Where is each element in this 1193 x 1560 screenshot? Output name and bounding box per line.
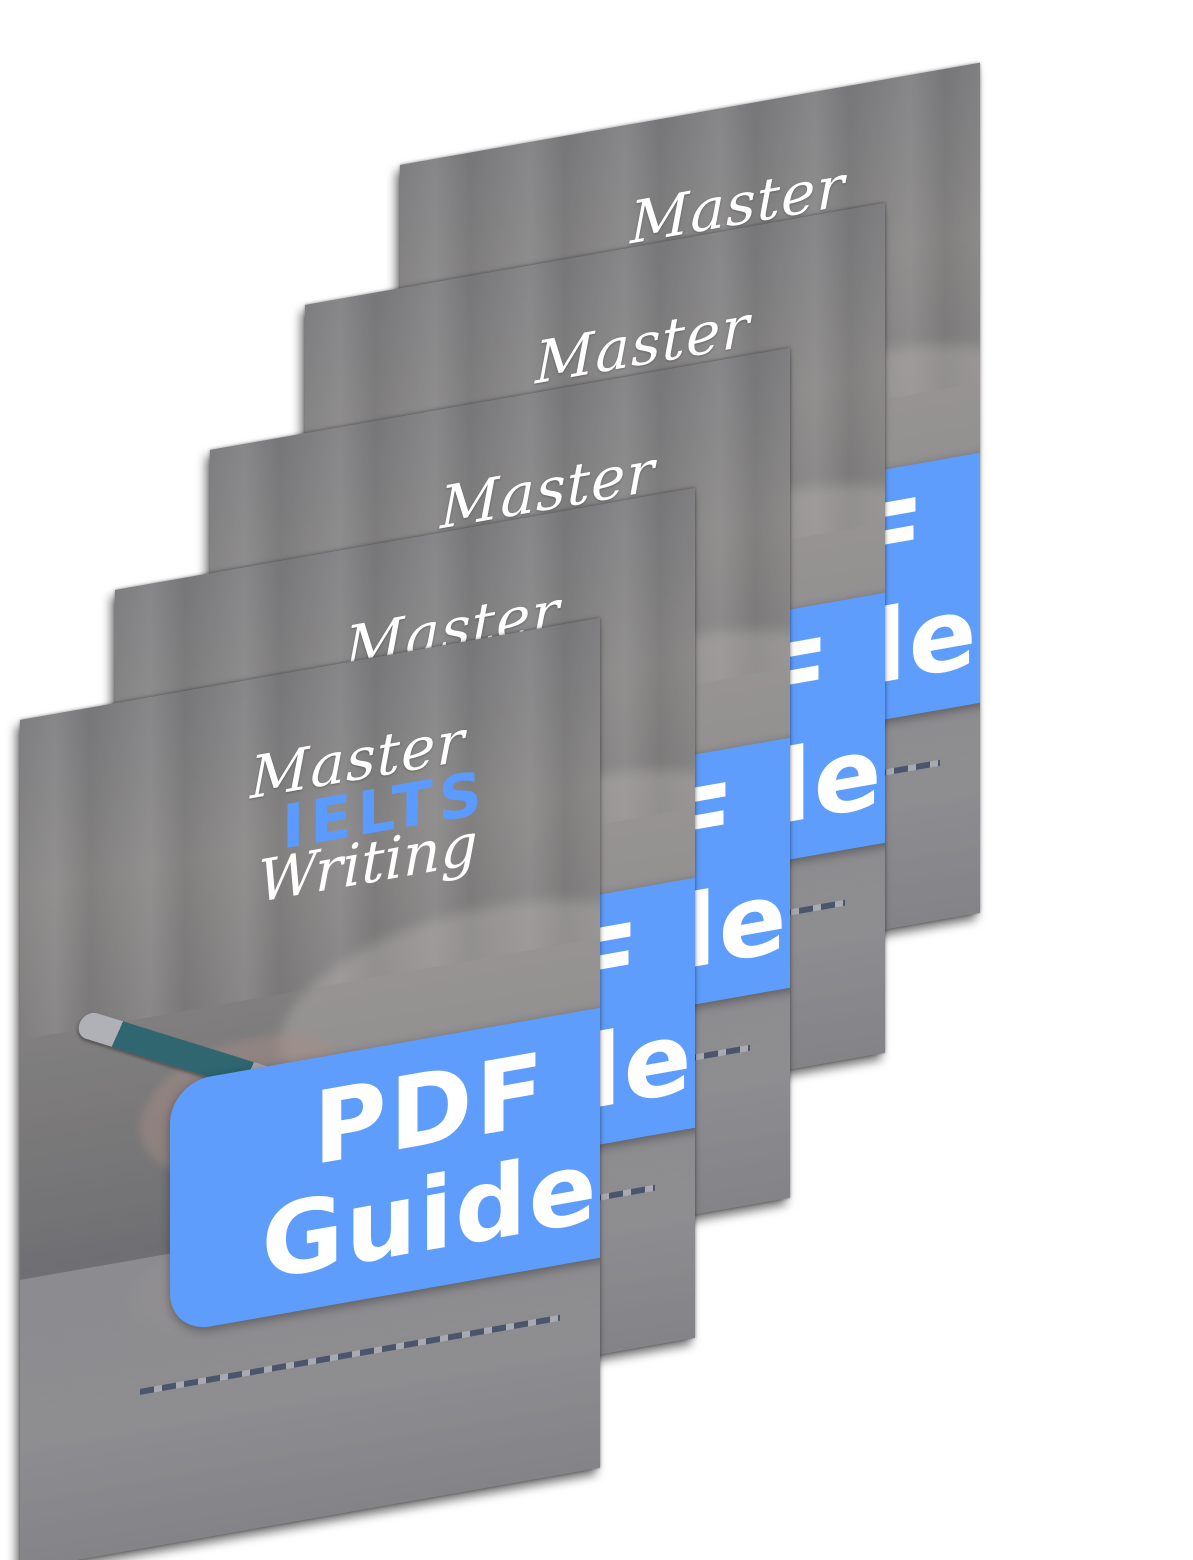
pdf-guide-mockup: Master PDF Guide Master PDF Guide Master… — [0, 0, 1193, 1560]
guide-cover-front: Master IELTS Writing PDF Guide — [20, 617, 600, 1560]
